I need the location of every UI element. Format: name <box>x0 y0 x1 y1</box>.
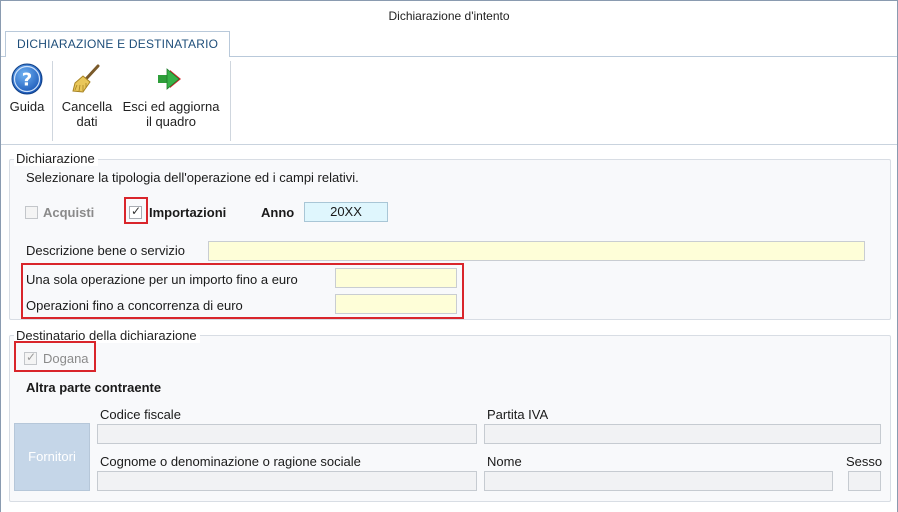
tab-strip: DICHIARAZIONE E DESTINATARIO <box>1 31 897 58</box>
sesso-label: Sesso <box>846 454 883 469</box>
nome-field[interactable] <box>484 471 833 491</box>
toolbar-separator <box>52 61 53 141</box>
codice-fiscale-field[interactable] <box>97 424 477 444</box>
sesso-field[interactable] <box>848 471 881 491</box>
form-content: Dichiarazione Selezionare la tipologia d… <box>1 146 897 512</box>
altra-parte-heading: Altra parte contraente <box>26 380 162 395</box>
help-button-label: Guida <box>9 99 45 114</box>
cognome-label: Cognome o denominazione o ragione social… <box>100 454 361 469</box>
nome-label: Nome <box>487 454 522 469</box>
clear-data-button[interactable]: Cancella dati <box>58 63 116 129</box>
codice-fiscale-label: Codice fiscale <box>100 407 181 422</box>
exit-label-line2: il quadro <box>146 114 196 129</box>
broom-icon <box>72 64 100 93</box>
acquisti-checkbox[interactable] <box>25 206 38 219</box>
importazioni-checkbox[interactable] <box>129 204 142 219</box>
sola-operazione-label: Una sola operazione per un importo fino … <box>26 272 298 287</box>
fornitori-button[interactable]: Fornitori <box>14 423 90 491</box>
dogana-checkbox[interactable] <box>24 350 37 365</box>
anno-label: Anno <box>261 205 295 220</box>
svg-text:?: ? <box>22 70 32 91</box>
instructions-text: Selezionare la tipologia dell'operazione… <box>26 170 359 185</box>
help-question-icon: ? <box>11 63 43 95</box>
acquisti-label: Acquisti <box>43 205 95 220</box>
clear-label-line2: dati <box>76 114 98 129</box>
dichiarazione-legend: Dichiarazione <box>14 151 98 166</box>
dogana-label: Dogana <box>43 351 89 366</box>
clear-label-line1: Cancella <box>61 99 113 114</box>
importazioni-label: Importazioni <box>149 205 227 220</box>
help-button[interactable]: ? Guida <box>7 63 47 114</box>
concorrenza-label: Operazioni fino a concorrenza di euro <box>26 298 243 313</box>
cognome-field[interactable] <box>97 471 477 491</box>
green-arrow-icon <box>158 68 181 90</box>
exit-label-line1: Esci ed aggiorna <box>122 99 220 114</box>
descrizione-label: Descrizione bene o servizio <box>26 243 185 258</box>
dialog-window: Dichiarazione d'intento DICHIARAZIONE E … <box>0 0 898 512</box>
window-title: Dichiarazione d'intento <box>1 1 897 31</box>
exit-update-button[interactable]: Esci ed aggiorna il quadro <box>118 63 224 129</box>
anno-field[interactable]: 20XX <box>304 202 388 222</box>
tab-dichiarazione-destinatario[interactable]: DICHIARAZIONE E DESTINATARIO <box>5 31 231 58</box>
sola-operazione-field[interactable] <box>335 268 457 288</box>
partita-iva-label: Partita IVA <box>487 407 549 422</box>
toolbar: ? Guida Cancella dati Esci ed aggiorna i… <box>1 57 897 145</box>
descrizione-field[interactable] <box>208 241 865 261</box>
toolbar-separator <box>230 61 231 141</box>
concorrenza-field[interactable] <box>335 294 457 314</box>
partita-iva-field[interactable] <box>484 424 881 444</box>
